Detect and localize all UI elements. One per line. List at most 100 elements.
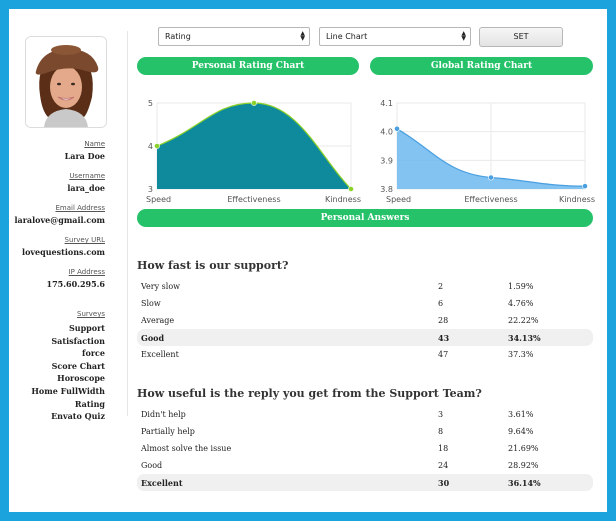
question-title: How fast is our support? [137, 259, 289, 272]
answer-text: Good [141, 461, 163, 470]
answer-text: Good [141, 333, 165, 343]
survey-url-value[interactable]: lovequestions.com [13, 247, 105, 257]
avatar-image [26, 37, 106, 127]
name-label: Name [84, 140, 105, 148]
survey-link[interactable]: Envato Quiz [13, 410, 105, 423]
answer-text: Excellent [141, 478, 183, 488]
ip-value: 175.60.295.6 [46, 279, 105, 289]
metric-select[interactable]: Rating ▲ ▼ [158, 27, 310, 46]
email-value: laralove@gmail.com [14, 215, 105, 225]
survey-link[interactable]: Home FullWidth [13, 385, 105, 398]
select-arrows-icon: ▲ ▼ [300, 30, 305, 42]
personal-answers-header: Personal Answers [137, 209, 593, 227]
answer-count: 47 [438, 350, 449, 359]
answer-count: 18 [438, 444, 449, 453]
y-tick-label: 5 [148, 99, 153, 108]
answer-text: Didn't help [141, 410, 186, 419]
answer-count: 6 [438, 299, 444, 308]
x-tick-label: Speed [146, 195, 171, 204]
chart-type-select-value: Line Chart [326, 32, 368, 41]
y-tick-label: 4.1 [380, 99, 393, 108]
answer-percent: 28.92% [508, 461, 539, 470]
answer-count: 43 [438, 333, 450, 343]
answer-count: 28 [438, 316, 449, 325]
x-tick-label: Speed [386, 195, 411, 204]
username-value: lara_doe [67, 183, 105, 193]
set-button[interactable]: SET [479, 27, 563, 47]
chart-type-select[interactable]: Line Chart ▲ ▼ [319, 27, 471, 46]
name-value: Lara Doe [64, 151, 105, 161]
answer-percent: 21.69% [508, 444, 539, 453]
answer-row: Excellent 30 36.14% [137, 474, 593, 491]
answer-percent: 22.22% [508, 316, 539, 325]
profile-name-block: Name Lara Doe [13, 140, 105, 161]
x-tick-label: Effectiveness [227, 195, 280, 204]
survey-link[interactable]: Score Chart [13, 360, 105, 373]
y-tick-label: 3 [148, 185, 153, 194]
survey-panel: Name Lara Doe Username lara_doe Email Ad… [9, 9, 607, 512]
answer-text: Partially help [141, 427, 195, 436]
answer-percent: 37.3% [508, 350, 534, 359]
answers-table: Didn't help 3 3.61% Partially help 8 9.64% Alm… [137, 406, 593, 491]
answer-percent: 1.59% [508, 282, 534, 291]
answer-text: Almost solve the issue [141, 444, 232, 453]
survey-link[interactable]: Rating [13, 398, 105, 411]
global-chart-header: Global Rating Chart [370, 57, 593, 75]
answer-count: 3 [438, 410, 444, 419]
survey-link[interactable]: Horoscope [13, 372, 105, 385]
question-title: How useful is the reply you get from the… [137, 387, 482, 400]
answer-percent: 34.13% [508, 333, 541, 343]
answer-count: 30 [438, 478, 450, 488]
answer-percent: 9.64% [508, 427, 534, 436]
data-point [394, 125, 400, 132]
answer-row: Very slow 2 1.59% [137, 278, 593, 295]
survey-url-label: Survey URL [64, 236, 105, 244]
x-tick-label: Kindness [559, 195, 595, 204]
data-point [582, 183, 588, 190]
profile-email-block: Email Address laralove@gmail.com [13, 204, 105, 225]
answer-text: Excellent [141, 350, 179, 359]
answer-percent: 36.14% [508, 478, 541, 488]
data-point [154, 143, 160, 149]
profile-survey-url-block: Survey URL lovequestions.com [13, 236, 105, 257]
ip-label: IP Address [68, 268, 105, 276]
answer-percent: 3.61% [508, 410, 534, 419]
answer-row: Average 28 22.22% [137, 312, 593, 329]
answer-text: Slow [141, 299, 161, 308]
answer-count: 8 [438, 427, 444, 436]
personal-chart-header: Personal Rating Chart [137, 57, 359, 75]
answer-row: Good 24 28.92% [137, 457, 593, 474]
data-point [251, 100, 257, 106]
answer-row: Excellent 47 37.3% [137, 346, 593, 363]
email-label: Email Address [55, 204, 105, 212]
y-tick-label: 3.9 [380, 156, 393, 165]
y-tick-label: 4.0 [380, 128, 393, 137]
username-label: Username [69, 172, 105, 180]
profile-ip-block: IP Address 175.60.295.6 [13, 268, 105, 289]
y-tick-label: 3.8 [380, 185, 393, 194]
metric-select-value: Rating [165, 32, 191, 41]
answer-text: Average [141, 316, 175, 325]
answer-percent: 4.76% [508, 299, 534, 308]
answers-table: Very slow 2 1.59% Slow 6 4.76% Average 28 22.22%… [137, 278, 593, 363]
global-rating-chart: 3.8 3.9 4.0 4.1 Speed Effectiveness Kindness [380, 99, 595, 204]
answer-count: 2 [438, 282, 444, 291]
answer-row: Slow 6 4.76% [137, 295, 593, 312]
avatar [25, 36, 107, 128]
survey-link[interactable]: Support Satisfaction [13, 322, 105, 347]
sidebar-divider [127, 31, 128, 416]
surveys-list: Surveys Support Satisfaction force Score… [13, 310, 105, 423]
y-tick-label: 4 [148, 142, 153, 151]
data-point [348, 186, 354, 192]
data-point [488, 174, 494, 181]
x-tick-label: Effectiveness [464, 195, 517, 204]
answer-row: Almost solve the issue 18 21.69% [137, 440, 593, 457]
profile-username-block: Username lara_doe [13, 172, 105, 193]
answer-row: Partially help 8 9.64% [137, 423, 593, 440]
answer-text: Very slow [141, 282, 180, 291]
survey-link[interactable]: force [13, 347, 105, 360]
answer-count: 24 [438, 461, 449, 470]
surveys-label: Surveys [77, 310, 105, 318]
personal-rating-chart: 3 4 5 Speed Effectiveness Kindness [146, 99, 361, 204]
answer-row: Good 43 34.13% [137, 329, 593, 346]
